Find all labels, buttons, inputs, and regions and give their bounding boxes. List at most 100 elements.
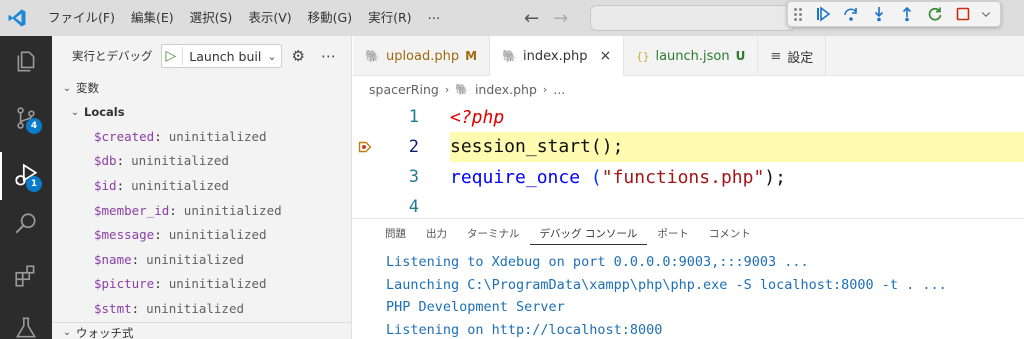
variable-name: $stmt [94,300,132,316]
variable-colon: : [131,300,140,316]
chevron-down-icon[interactable] [980,3,992,25]
punctuation: ); [764,166,786,188]
activity-bar: 4 1 [0,36,52,339]
command-center[interactable] [590,5,795,31]
variable-colon: : [154,128,162,144]
watch-section-header[interactable]: ⌄ ウォッチ式 [52,322,352,339]
run-debug-label: 実行とデバッグ [72,49,153,63]
run-debug-sidebar: 実行とデバッグ ▷ Launch buil ⌄ ⚙ ⋯ ⌄ 変数 ⌄ Local… [52,36,352,339]
variable-value: uninitialized [146,251,245,267]
chevron-right-icon: › [542,82,548,96]
variable-row[interactable]: $db: uninitialized [52,149,351,174]
line-number: 4 [408,197,419,217]
tab-debug-console[interactable]: デバッグ コンソール [529,223,648,245]
variable-row[interactable]: $stmt: uninitialized [52,296,351,321]
step-into-icon[interactable] [868,3,890,25]
tab-settings[interactable]: ≡ 設定 [758,36,827,76]
run-debug-header: 実行とデバッグ ▷ Launch buil ⌄ ⚙ ⋯ [52,36,351,76]
variable-row[interactable]: $message: uninitialized [52,222,351,247]
tab-ports[interactable]: ポート [647,219,699,249]
untracked-badge: U [735,49,746,63]
restart-icon[interactable] [924,3,946,25]
tab-comments[interactable]: コメント [699,219,761,249]
panel-tabs: 問題 出力 ターミナル デバッグ コンソール ポート コメント [353,219,1024,249]
menu-view[interactable]: 表示(V) [240,0,299,36]
continue-icon[interactable] [812,3,834,25]
menu-run[interactable]: 実行(R) [360,0,419,36]
tab-problems[interactable]: 問題 [375,219,416,249]
tab-label: 設定 [787,50,814,66]
variable-name: $created [94,128,155,144]
extensions-icon[interactable] [0,252,52,300]
search-icon[interactable] [0,200,52,248]
title-bar: ファイル(F) 編集(E) 選択(S) 表示(V) 移動(G) 実行(R) ⋯ … [0,0,1024,36]
variables-section-header[interactable]: ⌄ 変数 [52,76,351,100]
run-debug-icon[interactable]: 1 [0,152,52,200]
drag-grip-icon[interactable] [794,6,802,22]
chevron-down-icon: ⌄ [70,106,80,118]
back-arrow-icon[interactable]: ← [524,8,539,29]
breadcrumb-file[interactable]: index.php [475,82,537,97]
variable-colon: : [154,276,162,292]
line-number: 1 [408,107,419,127]
step-out-icon[interactable] [896,3,918,25]
debug-console-output[interactable]: Listening to Xdebug on port 0.0.0.0:9003… [353,249,1024,339]
breadcrumb-more[interactable]: ... [553,82,565,97]
tab-launch-json[interactable]: {} launch.json U [624,36,759,76]
menu-edit[interactable]: 編集(E) [123,0,182,36]
tab-output[interactable]: 出力 [416,219,457,249]
more-actions-icon[interactable]: ⋯ [321,47,337,65]
menu-bar: ファイル(F) 編集(E) 選択(S) 表示(V) 移動(G) 実行(R) ⋯ [40,0,448,36]
locals-scope-header[interactable]: ⌄ Locals [52,100,351,124]
php-file-icon: 🐘 [365,49,380,63]
debug-toolbar [787,1,1001,27]
variable-row[interactable]: $name: uninitialized [52,247,351,272]
menu-more[interactable]: ⋯ [420,0,449,36]
code-line-current: 2 session_start(); [353,132,1024,162]
variable-row[interactable]: $picture: uninitialized [52,272,351,297]
launch-config-select[interactable]: ▷ Launch buil ⌄ [160,44,282,68]
testing-icon[interactable] [0,304,52,339]
variable-value: uninitialized [183,202,282,218]
breakpoint-arrow-icon[interactable] [358,140,372,154]
php-open-tag: <?php [450,106,505,128]
chevron-down-icon: ⌄ [62,327,72,338]
chevron-down-icon: ⌄ [62,82,72,94]
chevron-down-icon[interactable]: ⌄ [267,50,276,63]
vscode-logo-icon [0,0,34,36]
variable-colon: : [169,202,177,218]
forward-arrow-icon[interactable]: → [553,8,568,29]
tab-label: launch.json [655,48,730,64]
variable-name: $picture [94,276,155,292]
breadcrumb-folder[interactable]: spacerRing [369,82,439,97]
menu-go[interactable]: 移動(G) [300,0,360,36]
explorer-icon[interactable] [0,38,52,86]
start-debugging-icon[interactable]: ▷ [166,48,177,64]
tab-terminal[interactable]: ターミナル [457,219,530,249]
variable-row[interactable]: $created: uninitialized [52,124,351,149]
open-paren: ( [590,166,602,188]
close-icon[interactable]: × [599,48,611,64]
keyword: require_once [450,166,581,188]
code-line: 1 <?php [353,102,1024,132]
variable-row[interactable]: $id: uninitialized [52,173,351,198]
breadcrumb: spacerRing › 🐘 index.php › ... [353,76,1024,102]
tab-upload-php[interactable]: 🐘 upload.php M [353,36,491,76]
json-file-icon: {} [636,49,650,63]
menu-file[interactable]: ファイル(F) [40,0,123,36]
stop-icon[interactable] [952,3,974,25]
tab-index-php[interactable]: 🐘 index.php × [490,36,625,76]
line-source: session_start(); [450,132,1024,162]
code-editor[interactable]: 1 <?php 2 session_start(); 3 require_onc… [353,102,1024,222]
variable-name: $id [94,177,117,193]
gear-icon[interactable]: ⚙ [292,47,305,65]
watch-title: ウォッチ式 [76,325,134,339]
menu-selection[interactable]: 選択(S) [182,0,241,36]
source-control-icon[interactable]: 4 [0,94,52,142]
console-line: Listening on http://localhost:8000 [386,321,663,338]
variable-name: $member_id [94,202,170,218]
run-debug-badge: 1 [26,176,42,192]
step-over-icon[interactable] [840,3,862,25]
editor-tabs: 🐘 upload.php M 🐘 index.php × {} launch.j… [353,36,1024,76]
variable-row[interactable]: $member_id: uninitialized [52,198,351,223]
